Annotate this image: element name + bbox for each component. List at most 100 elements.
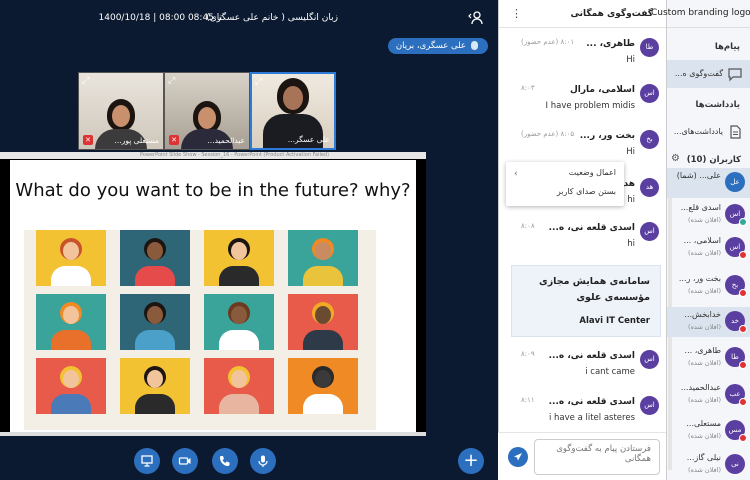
illustration-tile bbox=[120, 294, 190, 350]
session-topbar: زبان انگلیسی ( خانم علی عسگری) 1400/10/1… bbox=[0, 0, 498, 34]
expand-icon[interactable]: ⤢ bbox=[168, 76, 175, 86]
webcam-name: مستعلی پور... bbox=[114, 136, 159, 145]
microphone-button[interactable] bbox=[250, 448, 276, 474]
public-chat-panel: ⋮ گفت‌وگوی همگانی طا طاهری، ... ۸:۰۱ (عد… bbox=[498, 0, 667, 480]
sidebar-item-public-chat[interactable]: گفت‌وگوی ه... bbox=[667, 60, 750, 88]
webcam-tile[interactable]: ⤢ ✕ عبدالحمید... bbox=[164, 72, 250, 150]
mic-off-icon bbox=[739, 434, 747, 442]
send-icon bbox=[514, 453, 522, 461]
phone-icon bbox=[220, 456, 230, 466]
audio-phone-button[interactable] bbox=[212, 448, 238, 474]
user-list-toggle-icon[interactable] bbox=[468, 10, 484, 26]
message-text: Hi bbox=[626, 147, 635, 157]
notes-section-title: یادداشت‌ها bbox=[695, 100, 740, 110]
mic-off-icon: ✕ bbox=[169, 135, 179, 145]
add-action-button[interactable]: + bbox=[458, 448, 484, 474]
user-status: (افلان شده) bbox=[688, 359, 721, 367]
session-title: زبان انگلیسی ( خانم علی عسگری) bbox=[206, 13, 338, 23]
user-name: اسلامی، ... bbox=[683, 236, 721, 245]
user-list-item[interactable]: خد خدابخش... (افلان شده) bbox=[667, 307, 750, 337]
avatar: هد bbox=[640, 178, 659, 197]
message-text: i cant came bbox=[585, 367, 635, 377]
send-message-button[interactable] bbox=[508, 447, 528, 467]
sidebar-item-label: گفت‌وگوی ه... bbox=[674, 69, 723, 78]
message-time: ۸:۰۵ (عدم حضور) bbox=[521, 130, 575, 138]
user-status: (افلان شده) bbox=[688, 323, 721, 331]
message-text: hi bbox=[627, 239, 635, 249]
expand-icon[interactable]: ⤢ bbox=[82, 76, 89, 86]
avatar: اس bbox=[640, 222, 659, 241]
mute-user-menu-item[interactable]: بستن صدای کاربر bbox=[557, 187, 616, 196]
chevron-left-icon[interactable]: ‹ bbox=[514, 169, 518, 179]
illustration-tile bbox=[204, 230, 274, 286]
webcam-name: عبدالحمید... bbox=[207, 136, 245, 145]
illustration-tile bbox=[36, 230, 106, 286]
webcam-button[interactable] bbox=[172, 448, 198, 474]
users-count-label: کاربران (10) bbox=[686, 155, 741, 165]
branding-line-3: Alavi IT Center bbox=[579, 316, 650, 326]
slideshow-titlebar: PowerPoint Slide Show - Session_16 - Pow… bbox=[0, 152, 426, 159]
welcome-branding-card: سامانه‌ی همایش مجازی مؤسسه‌ی علوی Alavi … bbox=[511, 265, 661, 337]
screen-share-button[interactable] bbox=[134, 448, 160, 474]
mic-off-icon: ✕ bbox=[83, 135, 93, 145]
gear-icon[interactable]: ⚙ bbox=[671, 153, 680, 164]
user-name: مستعلی... bbox=[686, 419, 721, 428]
webcam-tile-active[interactable]: ⤢ علی عسگر... bbox=[250, 72, 336, 150]
message-time: ۸:۰۹ bbox=[521, 350, 535, 358]
message-sender: بخت ور، ر... bbox=[579, 131, 635, 141]
user-name: بخت ور، ر... bbox=[678, 274, 721, 283]
sidebar-item-shared-notes[interactable]: یادداشت‌های... bbox=[667, 118, 750, 146]
message-time: ۸:۱۱ bbox=[521, 396, 535, 404]
presenter-name: علی عسگری، بریان bbox=[395, 41, 466, 51]
user-list-item[interactable]: مس مستعلی... (افلان شده) bbox=[667, 416, 750, 446]
user-list-item[interactable]: نی نیلی گاز... (افلان شده) bbox=[667, 450, 750, 480]
avatar: بخ bbox=[640, 130, 659, 149]
illustration-tile bbox=[120, 230, 190, 286]
user-name: نیلی گاز... bbox=[686, 453, 721, 462]
screen-share-icon bbox=[141, 455, 153, 467]
webcam-name: علی عسگر... bbox=[287, 135, 330, 144]
expand-icon[interactable]: ⤢ bbox=[255, 77, 262, 87]
webcam-tile[interactable]: ⤢ ✕ مستعلی پور... bbox=[78, 72, 164, 150]
user-status: (افلان شده) bbox=[688, 466, 721, 474]
presenter-badge: علی عسگری، بریان bbox=[387, 38, 488, 54]
message-sender: طاهری، ... bbox=[586, 39, 635, 49]
user-sidebar: Custom branding logo پیام‌ها گفت‌وگوی ه.… bbox=[651, 0, 750, 480]
avatar: نی bbox=[725, 454, 745, 474]
user-list-item[interactable]: عل علی... (شما) bbox=[667, 168, 750, 198]
online-status-icon bbox=[739, 218, 747, 226]
illustration-tile bbox=[36, 294, 106, 350]
chat-bubble-icon bbox=[728, 68, 742, 82]
message-sender: اسلامی، مارال bbox=[569, 85, 635, 95]
user-list-item[interactable]: بخ بخت ور، ر... (افلان شده) bbox=[667, 271, 750, 301]
user-context-menu: ‹ اعمال وضعیت بستن صدای کاربر bbox=[506, 162, 624, 206]
avatar: اس bbox=[640, 396, 659, 415]
user-list-item[interactable]: اس اسلامی، ... (افلان شده) bbox=[667, 233, 750, 263]
user-list-item[interactable]: اس اسدی قلع... (افلان شده) bbox=[667, 200, 750, 230]
illustration-tile bbox=[288, 358, 358, 414]
user-status: (افلان شده) bbox=[688, 287, 721, 295]
notes-icon bbox=[730, 125, 741, 139]
illustration-tile bbox=[36, 358, 106, 414]
mic-off-icon bbox=[739, 251, 747, 259]
illustration-tile bbox=[204, 294, 274, 350]
mic-off-icon bbox=[739, 289, 747, 297]
messages-section-title: پیام‌ها bbox=[714, 42, 740, 52]
chat-message-input[interactable] bbox=[534, 439, 660, 475]
mic-off-icon bbox=[739, 361, 747, 369]
user-name: طاهری، ... bbox=[684, 346, 721, 355]
user-list-item[interactable]: طا طاهری، ... (افلان شده) bbox=[667, 343, 750, 373]
more-options-icon[interactable]: ⋮ bbox=[511, 7, 522, 20]
message-sender: اسدی قلعه نی، ه... bbox=[548, 397, 635, 407]
user-list-item[interactable]: عب عبدالحمید... (افلان شده) bbox=[667, 380, 750, 410]
professions-illustration bbox=[24, 230, 376, 430]
set-status-menu-item[interactable]: اعمال وضعیت bbox=[569, 168, 616, 177]
message-time: ۸:۰۳ bbox=[521, 84, 535, 92]
user-name: خدابخش... bbox=[684, 310, 721, 319]
branding-line-2: مؤسسه‌ی علوی bbox=[576, 292, 650, 303]
user-status: (افلان شده) bbox=[688, 432, 721, 440]
message-text: Hi bbox=[626, 55, 635, 65]
message-sender: اسدی قلعه نی، ه... bbox=[548, 223, 635, 233]
user-name: اسدی قلع... bbox=[680, 203, 721, 212]
message-time: ۸:۰۱ (عدم حضور) bbox=[521, 38, 575, 46]
